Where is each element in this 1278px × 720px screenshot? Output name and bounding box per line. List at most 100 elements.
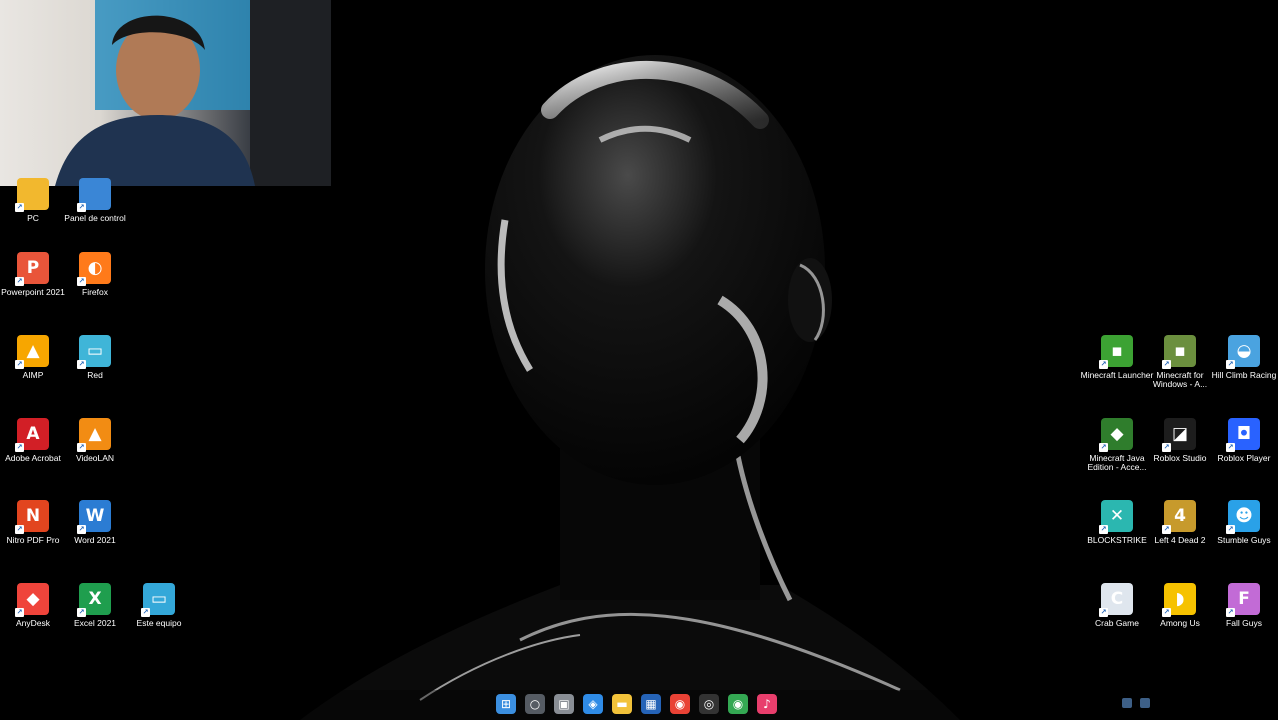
desktop-shortcut-label: Red — [87, 371, 103, 380]
chrome-button[interactable]: ◉ — [670, 694, 690, 714]
obs-icon: ◎ — [703, 697, 715, 711]
excel-icon: X ↗ — [77, 583, 111, 617]
store-icon: ▦ — [645, 697, 657, 711]
desktop-shortcut[interactable]: ▭ ↗ Este equipo — [126, 583, 192, 653]
desktop-shortcut-label: Stumble Guys — [1217, 536, 1271, 545]
task-view-icon: ▣ — [558, 697, 570, 711]
desktop-shortcut-label: Firefox — [82, 288, 108, 297]
shortcut-arrow-icon: ↗ — [1162, 525, 1171, 534]
minecraft-launcher-icon: ▪ ↗ — [1099, 335, 1133, 369]
left4dead2-icon: 4 ↗ — [1162, 500, 1196, 534]
shortcut-arrow-icon: ↗ — [1099, 608, 1108, 617]
desktop-shortcut[interactable]: N ↗ Nitro PDF Pro — [0, 500, 66, 570]
desktop-shortcut[interactable]: ↗ Panel de control — [62, 178, 128, 248]
desktop-shortcut[interactable]: ▭ ↗ Red — [62, 335, 128, 405]
desktop-shortcut[interactable]: ◪ ↗ Roblox Studio — [1147, 418, 1213, 488]
shortcut-arrow-icon: ↗ — [77, 360, 86, 369]
chrome-alt-button[interactable]: ◉ — [728, 694, 748, 714]
shortcut-arrow-icon: ↗ — [15, 443, 24, 452]
desktop-shortcut-label: VideoLAN — [75, 454, 115, 463]
desktop-shortcut[interactable]: ▪ ↗ Minecraft Launcher — [1081, 335, 1153, 405]
shortcut-arrow-icon: ↗ — [141, 608, 150, 617]
desktop-shortcut-label: Word 2021 — [74, 536, 116, 545]
tray-overflow-icon[interactable] — [1140, 698, 1150, 708]
shortcut-arrow-icon: ↗ — [15, 360, 24, 369]
tiktok-icon: ♪ — [763, 697, 771, 711]
desktop-shortcut[interactable]: ▲ ↗ AIMP — [0, 335, 66, 405]
crab-game-icon: C ↗ — [1099, 583, 1133, 617]
widgets-button[interactable]: ◈ — [583, 694, 603, 714]
desktop-shortcut[interactable]: ↗ PC — [0, 178, 66, 248]
shortcut-arrow-icon: ↗ — [1099, 360, 1108, 369]
minecraft-java-icon: ◆ ↗ — [1099, 418, 1133, 452]
shortcut-arrow-icon: ↗ — [1162, 443, 1171, 452]
firefox-icon: ◐ ↗ — [77, 252, 111, 286]
desktop-shortcut[interactable]: ◆ ↗ Minecraft Java Edition - Acce... — [1084, 418, 1150, 488]
desktop-shortcut[interactable]: F ↗ Fall Guys — [1211, 583, 1277, 653]
desktop-shortcut-label: Fall Guys — [1226, 619, 1262, 628]
roblox-player-icon: ◘ ↗ — [1226, 418, 1260, 452]
system-tray — [1122, 698, 1150, 708]
shortcut-arrow-icon: ↗ — [1226, 360, 1235, 369]
store-button[interactable]: ▦ — [641, 694, 661, 714]
taskbar: ⊞ ○ ▣ ◈ ▬ ▦ ◉ ◎ ◉ ♪ — [0, 690, 1278, 720]
desktop-shortcut-label: Hill Climb Racing — [1211, 371, 1277, 380]
desktop-shortcut[interactable]: ☻ ↗ Stumble Guys — [1211, 500, 1277, 570]
among-us-icon: ◗ ↗ — [1162, 583, 1196, 617]
webcam-overlay — [0, 0, 331, 186]
start-button[interactable]: ⊞ — [496, 694, 516, 714]
folder-icon: ▬ — [616, 697, 628, 711]
shortcut-arrow-icon: ↗ — [1162, 360, 1171, 369]
shortcut-arrow-icon: ↗ — [1226, 443, 1235, 452]
powerpoint-icon: P ↗ — [15, 252, 49, 286]
fall-guys-icon: F ↗ — [1226, 583, 1260, 617]
desktop-shortcut[interactable]: ▲ ↗ VideoLAN — [62, 418, 128, 488]
this-pc-monitor-icon: ▭ ↗ — [141, 583, 175, 617]
shortcut-arrow-icon: ↗ — [15, 277, 24, 286]
file-explorer-button[interactable]: ▬ — [612, 694, 632, 714]
aimp-icon: ▲ ↗ — [15, 335, 49, 369]
stumble-guys-icon: ☻ ↗ — [1226, 500, 1260, 534]
desktop-shortcut[interactable]: 4 ↗ Left 4 Dead 2 — [1147, 500, 1213, 570]
desktop-shortcut[interactable]: X ↗ Excel 2021 — [62, 583, 128, 653]
shortcut-arrow-icon: ↗ — [1099, 525, 1108, 534]
shortcut-arrow-icon: ↗ — [1099, 443, 1108, 452]
this-pc-icon: ↗ — [15, 178, 49, 212]
desktop-shortcut[interactable]: A ↗ Adobe Acrobat — [0, 418, 66, 488]
control-panel-icon: ↗ — [77, 178, 111, 212]
tiktok-button[interactable]: ♪ — [757, 694, 777, 714]
widgets-icon: ◈ — [588, 697, 598, 711]
desktop-shortcut[interactable]: ◗ ↗ Among Us — [1147, 583, 1213, 653]
obs-button[interactable]: ◎ — [699, 694, 719, 714]
shortcut-arrow-icon: ↗ — [15, 525, 24, 534]
desktop-shortcut-label: Panel de control — [64, 214, 126, 223]
desktop-shortcut[interactable]: ◐ ↗ Firefox — [62, 252, 128, 322]
desktop-shortcut[interactable]: ▪ ↗ Minecraft for Windows - A... — [1147, 335, 1213, 405]
tray-network-icon[interactable] — [1122, 698, 1132, 708]
shortcut-arrow-icon: ↗ — [1162, 608, 1171, 617]
shortcut-arrow-icon: ↗ — [77, 277, 86, 286]
task-view-button[interactable]: ▣ — [554, 694, 574, 714]
nitro-pdf-icon: N ↗ — [15, 500, 49, 534]
shortcut-arrow-icon: ↗ — [15, 203, 24, 212]
desktop-shortcut[interactable]: P ↗ Powerpoint 2021 — [0, 252, 66, 322]
roblox-studio-icon: ◪ ↗ — [1162, 418, 1196, 452]
shortcut-arrow-icon: ↗ — [77, 525, 86, 534]
shortcut-arrow-icon: ↗ — [77, 608, 86, 617]
chrome-icon: ◉ — [674, 697, 686, 711]
desktop-shortcut[interactable]: W ↗ Word 2021 — [62, 500, 128, 570]
vlc-icon: ▲ ↗ — [77, 418, 111, 452]
network-icon: ▭ ↗ — [77, 335, 111, 369]
hill-climb-racing-icon: ◒ ↗ — [1226, 335, 1260, 369]
shortcut-arrow-icon: ↗ — [15, 608, 24, 617]
blockstrike-icon: ✕ ↗ — [1099, 500, 1133, 534]
chrome-icon: ◉ — [732, 697, 744, 711]
search-button[interactable]: ○ — [525, 694, 545, 714]
desktop-shortcut[interactable]: C ↗ Crab Game — [1084, 583, 1150, 653]
shortcut-arrow-icon: ↗ — [77, 203, 86, 212]
desktop-shortcut[interactable]: ◆ ↗ AnyDesk — [0, 583, 66, 653]
desktop-shortcut[interactable]: ✕ ↗ BLOCKSTRIKE — [1084, 500, 1150, 570]
desktop-shortcut[interactable]: ◘ ↗ Roblox Player — [1211, 418, 1277, 488]
shortcut-arrow-icon: ↗ — [1226, 525, 1235, 534]
desktop-shortcut[interactable]: ◒ ↗ Hill Climb Racing — [1211, 335, 1277, 405]
